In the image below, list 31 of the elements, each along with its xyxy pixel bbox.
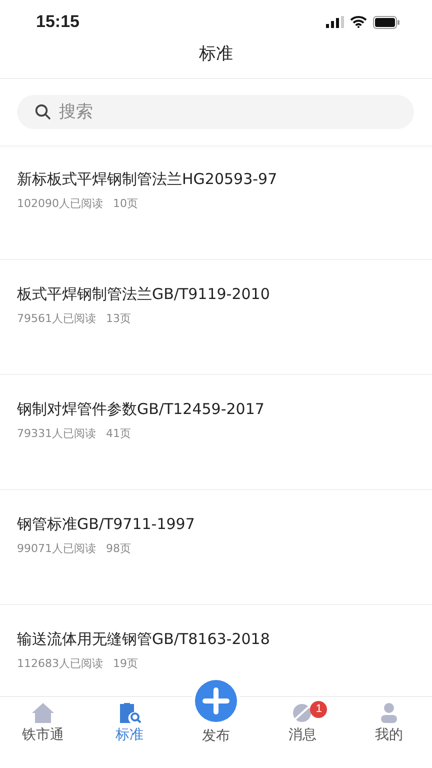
- signal-icon: [326, 16, 344, 28]
- page-count: 13页: [106, 311, 131, 327]
- page-count: 10页: [113, 196, 138, 212]
- standard-title[interactable]: 板式平焊钢制管法兰GB/T9119-2010: [17, 282, 415, 306]
- search-field[interactable]: 搜索: [17, 95, 414, 129]
- standard-title[interactable]: 钢制对焊管件参数GB/T12459-2017: [17, 397, 415, 421]
- page-count: 19页: [113, 656, 138, 672]
- tab-item[interactable]: 我的: [346, 697, 432, 767]
- reader-count: 112683人已阅读: [17, 656, 103, 672]
- add-button[interactable]: [194, 680, 237, 722]
- standard-title[interactable]: 钢管标准GB/T9711-1997: [17, 512, 415, 536]
- reader-count: 102090人已阅读: [17, 196, 103, 212]
- home-icon: [31, 702, 56, 724]
- tab-item[interactable]: 消息 1: [259, 697, 346, 767]
- tab-item[interactable]: 标准: [86, 697, 173, 767]
- reader-count: 79331人已阅读: [17, 426, 96, 442]
- page-title: 标准: [199, 44, 233, 64]
- reader-count: 99071人已阅读: [17, 541, 96, 557]
- standard-title[interactable]: 新标板式平焊钢制管法兰HG20593-97: [17, 167, 415, 191]
- standard-title[interactable]: 输送流体用无缝钢管GB/T8163-2018: [17, 627, 415, 651]
- reader-count: 79561人已阅读: [17, 311, 96, 327]
- search-icon: [35, 104, 51, 120]
- battery-icon: [373, 16, 400, 28]
- unread-badge: 1: [310, 701, 328, 718]
- tab-item[interactable]: 铁市通: [0, 697, 86, 767]
- status-time: 15:15: [36, 12, 80, 32]
- wifi-icon: [350, 16, 367, 28]
- page-count: 98页: [106, 541, 131, 557]
- document-search-icon: [118, 702, 142, 724]
- page-count: 41页: [106, 426, 131, 442]
- tab-item[interactable]: 发布: [202, 702, 230, 745]
